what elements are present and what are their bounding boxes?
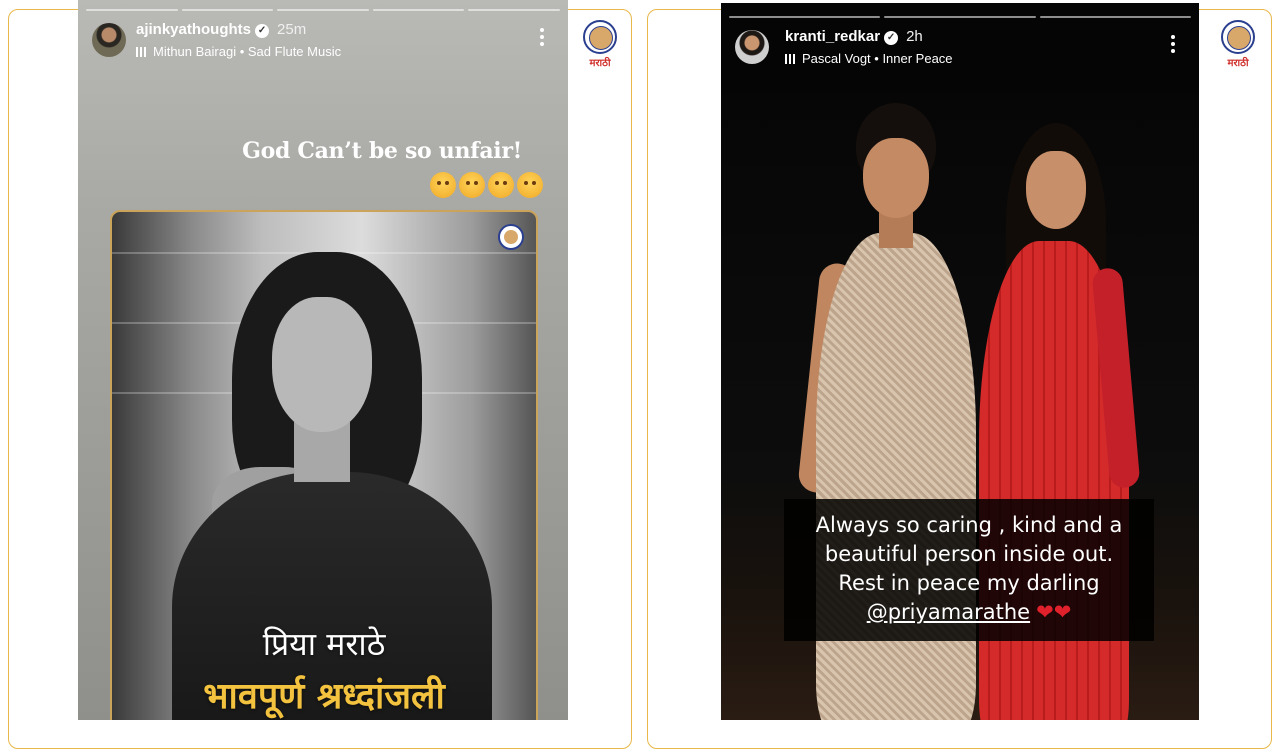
story-progress-bar: [729, 16, 1191, 18]
quote-line: Rest in peace my darling: [838, 571, 1100, 595]
rajshri-logo-icon: [498, 224, 524, 250]
username[interactable]: kranti_redkar: [785, 28, 880, 45]
music-title: Sad Flute Music: [247, 44, 342, 59]
avatar[interactable]: [92, 23, 126, 57]
frowning-face-icon: [488, 172, 514, 198]
story-header: ajinkyathoughts ✓ 25m Mithun Bairagi • Sad…: [92, 20, 554, 64]
post-time: 2h: [906, 28, 923, 45]
story-screenshot-left: ajinkyathoughts ✓ 25m Mithun Bairagi • Sad…: [78, 0, 568, 720]
tribute-name: प्रिया मराठे: [262, 625, 386, 663]
story-quote: Always so caring , kind and a beautiful …: [784, 499, 1154, 641]
tribute-poster: प्रिया मराठे भावपूर्ण श्रध्दांजली: [110, 210, 538, 720]
pleading-face-icon: [459, 172, 485, 198]
red-heart-icon: ❤❤: [1036, 600, 1072, 624]
verified-badge-icon: ✓: [884, 31, 899, 45]
logo-caption: मराठी: [1227, 58, 1249, 69]
rajshri-seal-icon: [583, 20, 617, 54]
audio-bars-icon: [785, 54, 797, 64]
persevering-face-icon: [430, 172, 456, 198]
mention-link[interactable]: @priyamarathe: [867, 600, 1030, 624]
verified-badge-icon: ✓: [255, 24, 270, 38]
music-info[interactable]: Pascal Vogt • Inner Peace: [785, 51, 953, 66]
music-artist: Pascal Vogt: [802, 51, 871, 66]
quote-line: Always so caring , kind and a: [815, 513, 1123, 537]
story-header: kranti_redkar ✓ 2h Pascal Vogt • Inner Pea…: [735, 27, 1185, 71]
logo-caption: मराठी: [589, 58, 611, 69]
rajshri-marathi-logo: मराठी: [580, 20, 620, 69]
emoji-row: [430, 172, 543, 198]
more-options-icon[interactable]: [1171, 35, 1175, 53]
story-screenshot-right: kranti_redkar ✓ 2h Pascal Vogt • Inner Pea…: [721, 3, 1199, 720]
tribute-text: भावपूर्ण श्रध्दांजली: [203, 676, 445, 717]
story-progress-bar: [86, 9, 560, 11]
audio-bars-icon: [136, 47, 148, 57]
music-artist: Mithun Bairagi: [153, 44, 237, 59]
avatar[interactable]: [735, 30, 769, 64]
rajshri-seal-icon: [1221, 20, 1255, 54]
quote-line: beautiful person inside out.: [824, 542, 1114, 566]
more-options-icon[interactable]: [540, 28, 544, 46]
story-caption: God Can’t be so unfair!: [242, 138, 522, 164]
music-title: Inner Peace: [882, 51, 953, 66]
music-info[interactable]: Mithun Bairagi • Sad Flute Music: [136, 44, 341, 59]
disappointed-face-icon: [517, 172, 543, 198]
username[interactable]: ajinkyathoughts: [136, 21, 251, 38]
rajshri-marathi-logo: मराठी: [1218, 20, 1258, 69]
post-time: 25m: [277, 21, 307, 38]
